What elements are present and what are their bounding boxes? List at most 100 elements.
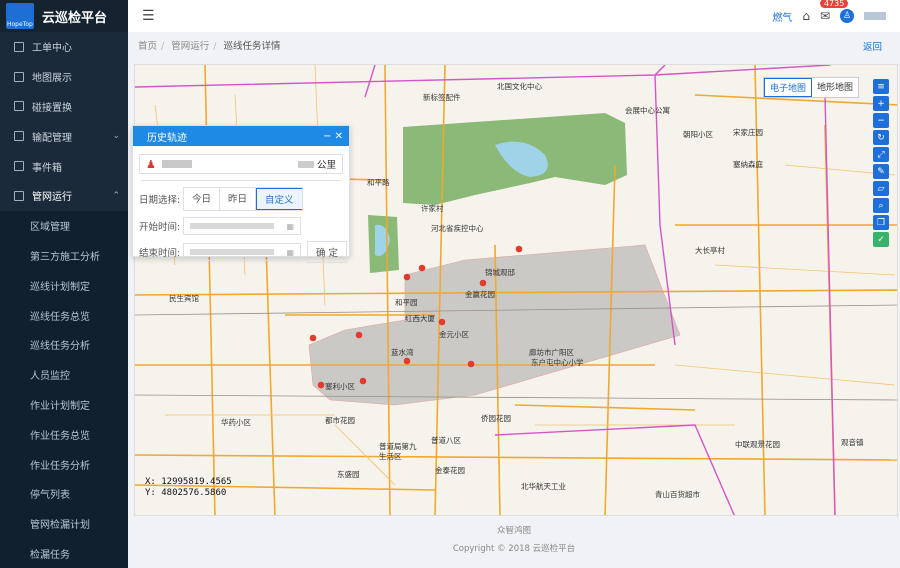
menu-item-icon [14, 71, 24, 82]
fullscreen-icon[interactable]: ⤢ [873, 147, 889, 162]
svg-text:东户屯中心小学: 东户屯中心小学 [531, 357, 584, 367]
chevron-icon: ⌃ [112, 190, 120, 201]
svg-text:和平园: 和平园 [395, 298, 418, 307]
logo: HopeTop 云巡检平台 [0, 0, 128, 32]
svg-text:北华航天工业: 北华航天工业 [521, 481, 566, 491]
sidebar-menu: 工单中心地图展示碰接置换 输配管理 ⌄ 事件箱管网运行 ⌃ 区域管理第三方施工分析巡线计划… [0, 32, 128, 568]
svg-text:金泰花园: 金泰花园 [435, 465, 465, 475]
svg-text:民生宾馆: 民生宾馆 [169, 293, 199, 303]
refresh-icon[interactable]: ↻ [873, 130, 889, 145]
svg-text:宋家庄园: 宋家庄园 [733, 127, 763, 137]
start-time-input[interactable]: ▦ [183, 217, 301, 235]
calendar-icon: ▦ [286, 247, 294, 257]
sidebar-item-label: 地图展示 [32, 73, 72, 85]
sidebar-item-label: 区域管理 [30, 222, 70, 234]
sidebar-item-label: 巡线任务分析 [30, 341, 90, 353]
sidebar-item-5[interactable]: 管网运行 ⌃ [0, 181, 128, 211]
electronic-map-tab[interactable]: 电子地图 [763, 78, 812, 97]
svg-text:东盛园: 东盛园 [337, 469, 360, 479]
end-time-input[interactable]: ▦ [183, 243, 301, 261]
zoom-in-icon[interactable]: + [873, 96, 889, 111]
svg-text:金赢花园: 金赢花园 [465, 289, 495, 299]
svg-text:河北省疾控中心: 河北省疾控中心 [431, 223, 484, 233]
sidebar-item-label: 管网运行 [32, 192, 72, 204]
sidebar-item-label: 工单中心 [32, 43, 72, 55]
svg-text:华药小区: 华药小区 [221, 417, 251, 427]
panel-header: 历史轨迹 − ✕ [133, 126, 349, 146]
svg-text:生活区: 生活区 [379, 451, 402, 461]
svg-text:廊坊市广阳区: 廊坊市广阳区 [529, 347, 574, 357]
sidebar-item-7[interactable]: 第三方施工分析 [0, 240, 128, 271]
sidebar-item-17[interactable]: 检漏任务 [0, 538, 128, 568]
svg-text:新标签配件: 新标签配件 [423, 92, 461, 102]
terrain-map-tab[interactable]: 地形地图 [812, 78, 858, 97]
svg-text:许家村: 许家村 [421, 203, 444, 213]
copy-icon[interactable]: ❐ [873, 215, 889, 230]
clear-icon[interactable]: ✓ [873, 232, 889, 247]
menu-item-icon [14, 161, 24, 172]
yesterday-option[interactable]: 昨日 [220, 188, 257, 210]
measure-area-icon[interactable]: ▱ [873, 181, 889, 196]
svg-text:普道局第九: 普道局第九 [379, 441, 417, 451]
sidebar-item-0[interactable]: 工单中心 [0, 32, 128, 62]
home-icon[interactable]: ⌂ [802, 9, 810, 23]
svg-text:锦城观邸: 锦城观邸 [485, 267, 515, 277]
svg-text:红西大厦: 红西大厦 [405, 313, 435, 323]
panel-controls[interactable]: − ✕ [323, 131, 343, 142]
sidebar-item-1[interactable]: 地图展示 [0, 62, 128, 92]
measure-line-icon[interactable]: ✎ [873, 164, 889, 179]
layers-icon[interactable]: ≡ [873, 79, 889, 94]
sidebar-item-label: 巡线任务总览 [30, 311, 90, 323]
gas-link[interactable]: 燃气 [772, 9, 792, 24]
menu-item-icon [14, 41, 24, 52]
sidebar-item-12[interactable]: 作业计划制定 [0, 389, 128, 420]
mail-icon[interactable]: ✉ 4735 [819, 0, 849, 23]
sidebar-item-label: 作业计划制定 [30, 400, 90, 412]
sidebar-item-8[interactable]: 巡线计划制定 [0, 270, 128, 301]
footer-company: 众智鸿图 [496, 526, 531, 536]
breadcrumb-home[interactable]: 首页 [138, 41, 157, 52]
svg-text:塞利小区: 塞利小区 [325, 381, 355, 391]
sidebar-item-4[interactable]: 事件箱 [0, 151, 128, 181]
sidebar-item-14[interactable]: 作业任务分析 [0, 449, 128, 479]
sidebar-item-3[interactable]: 输配管理 ⌄ [0, 121, 128, 151]
user-name[interactable] [864, 12, 886, 20]
sidebar: HopeTop 云巡检平台 工单中心地图展示碰接置换 输配管理 ⌄ 事件箱管网运行 ⌃ 区… [0, 0, 128, 568]
sidebar-item-6[interactable]: 区域管理 [0, 210, 128, 241]
svg-text:观音镇: 观音镇 [841, 437, 864, 447]
sidebar-item-10[interactable]: 巡线任务分析 [0, 329, 128, 360]
sidebar-item-label: 巡线计划制定 [30, 281, 90, 293]
today-option[interactable]: 今日 [184, 188, 221, 210]
search-icon[interactable]: ⌕ [873, 198, 889, 213]
breadcrumb: 首页 / 管网运行 / 巡线任务详情 [138, 41, 281, 52]
svg-text:会展中心公寓: 会展中心公寓 [625, 105, 670, 115]
svg-text:朝阳小区: 朝阳小区 [683, 130, 713, 139]
custom-option[interactable]: 自定义 [256, 188, 302, 210]
end-time-row: 结束时间: ▦ 确 定 [139, 241, 349, 263]
sidebar-item-15[interactable]: 停气列表 [0, 478, 128, 509]
sidebar-item-9[interactable]: 巡线任务总览 [0, 300, 128, 330]
svg-text:普道八区: 普道八区 [431, 435, 461, 445]
person-name [161, 160, 192, 168]
menu-toggle-icon[interactable]: ☰ [142, 8, 155, 24]
svg-text:青山百货超市: 青山百货超市 [655, 489, 700, 499]
confirm-button[interactable]: 确 定 [307, 241, 348, 263]
start-time-label: 开始时间: [139, 222, 181, 233]
svg-text:中联观景花园: 中联观景花园 [735, 439, 780, 449]
user-avatar-icon[interactable]: ♙ [840, 9, 854, 23]
date-select-row: 日期选择: 今日 昨日 自定义 [139, 187, 349, 211]
mail-count-badge: 4735 [819, 0, 849, 8]
map-type-switch: 电子地图 地形地图 [762, 77, 859, 98]
sidebar-item-16[interactable]: 管网检漏计划 [0, 508, 128, 539]
sidebar-item-11[interactable]: 人员监控 [0, 359, 128, 390]
sidebar-item-label: 停气列表 [30, 490, 70, 502]
sidebar-item-13[interactable]: 作业任务总览 [0, 419, 128, 450]
sidebar-item-2[interactable]: 碰接置换 [0, 92, 128, 122]
zoom-out-icon[interactable]: − [873, 113, 889, 128]
breadcrumb-network[interactable]: 管网运行 [171, 41, 209, 52]
sidebar-item-label: 管网检漏计划 [30, 520, 90, 532]
date-select-label: 日期选择: [139, 195, 181, 206]
back-link[interactable]: 返回 [863, 39, 882, 53]
calendar-icon: ▦ [286, 221, 294, 231]
coord-y: Y: 4802576.5860 [145, 488, 227, 498]
